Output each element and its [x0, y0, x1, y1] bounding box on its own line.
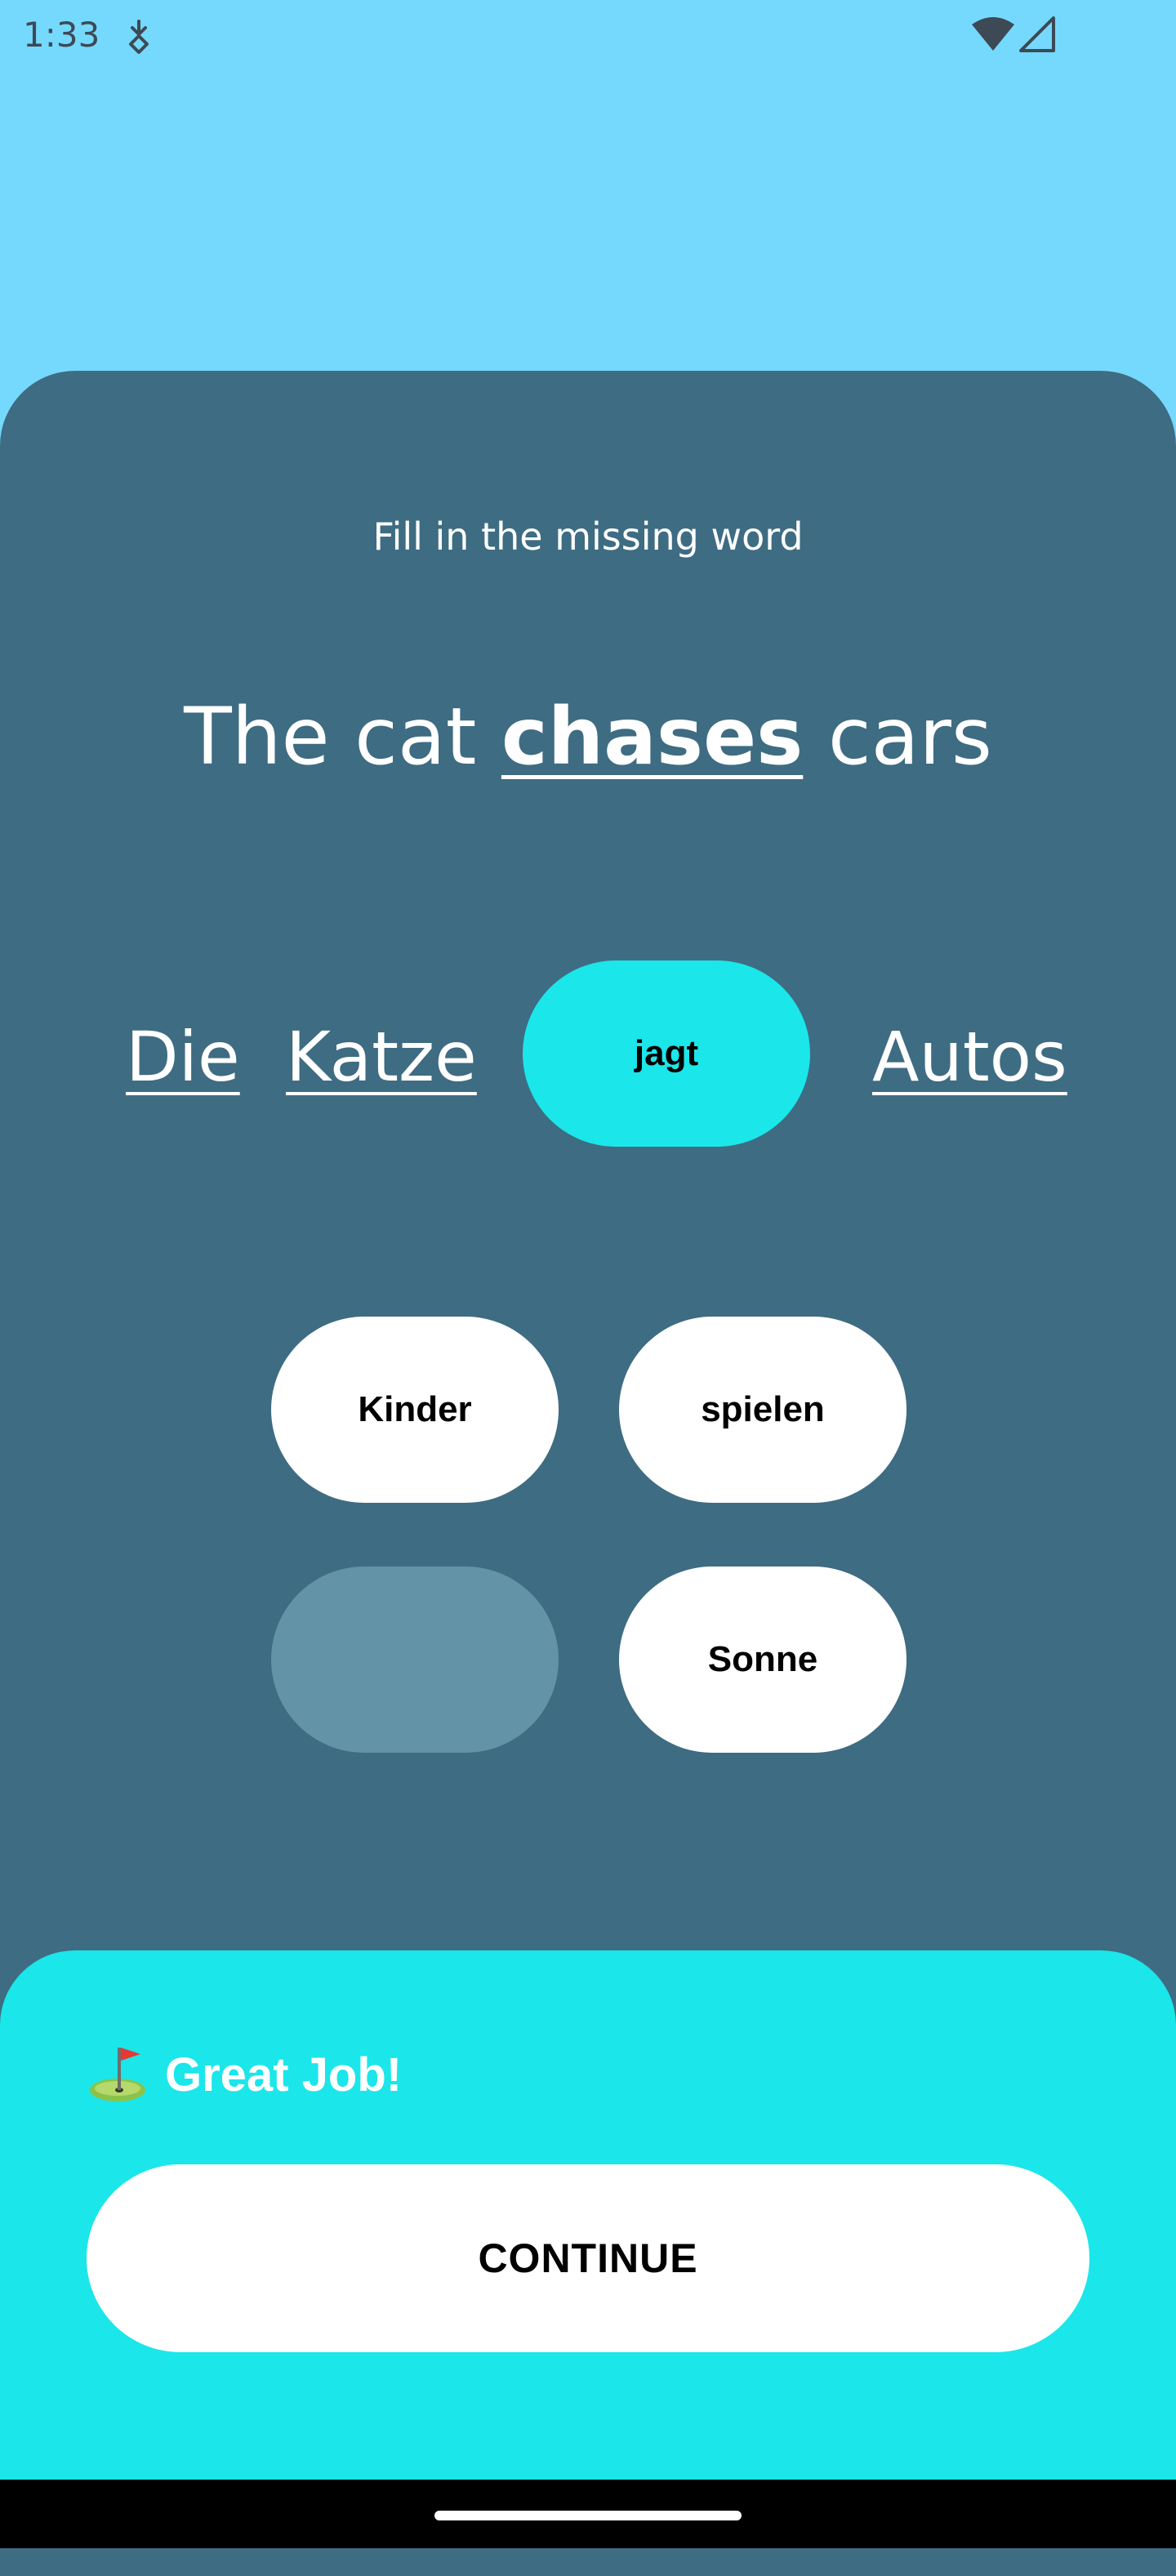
target-word-die[interactable]: Die: [126, 1017, 240, 1097]
feedback-message: Great Job!: [165, 2048, 403, 2101]
selected-word-chip[interactable]: jagt: [523, 960, 810, 1147]
english-sentence: The cat chases cars: [0, 691, 1176, 782]
option-label: spielen: [701, 1389, 825, 1429]
sentence-after: cars: [803, 691, 992, 782]
golf-flag-icon: [90, 2048, 145, 2101]
continue-button[interactable]: CONTINUE: [87, 2164, 1089, 2352]
status-bar: 1:33: [0, 0, 1176, 69]
option-kinder[interactable]: Kinder: [271, 1317, 559, 1503]
option-spielen[interactable]: spielen: [619, 1317, 906, 1503]
sentence-before: The cat: [184, 691, 501, 782]
selected-word-label: jagt: [634, 1033, 699, 1073]
wifi-icon: [972, 17, 1014, 51]
instruction-text: Fill in the missing word: [372, 515, 804, 559]
continue-label: CONTINUE: [478, 2235, 698, 2281]
feedback-row: Great Job!: [87, 2042, 402, 2107]
target-word-katze[interactable]: Katze: [286, 1017, 477, 1097]
status-time: 1:33: [23, 15, 100, 55]
download-notification-icon: [129, 20, 149, 54]
sentence-highlight: chases: [501, 691, 804, 782]
target-word-autos[interactable]: Autos: [872, 1017, 1067, 1097]
option-sonne[interactable]: Sonne: [619, 1567, 906, 1753]
option-label: Sonne: [707, 1639, 818, 1679]
home-indicator[interactable]: [434, 2511, 742, 2520]
option-label: Kinder: [358, 1389, 472, 1429]
signal-icon: [1019, 16, 1055, 52]
option-used-placeholder: [271, 1567, 559, 1753]
